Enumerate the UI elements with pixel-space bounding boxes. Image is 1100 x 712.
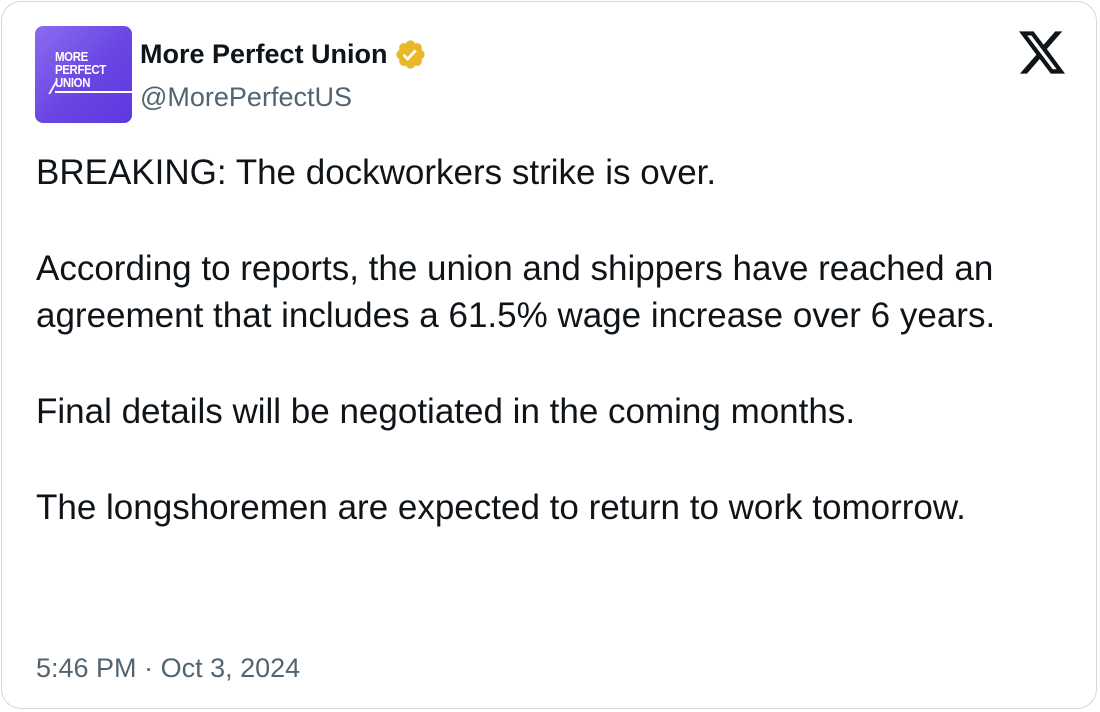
timestamp-separator: · (144, 653, 154, 683)
avatar-line-3: UNION (55, 75, 91, 90)
tweet-card[interactable]: MORE PERFECT UNION More Perfect Union @M… (1, 1, 1097, 709)
author-display-name[interactable]: More Perfect Union (140, 36, 388, 72)
tweet-timestamp[interactable]: 5:46 PM · Oct 3, 2024 (36, 650, 300, 686)
tweet-paragraph-4: The longshoremen are expected to return … (36, 487, 966, 527)
tweet-date: Oct 3, 2024 (160, 653, 301, 683)
tweet-text: BREAKING: The dockworkers strike is over… (36, 149, 1076, 531)
avatar-logo-text: MORE PERFECT UNION (55, 50, 125, 89)
tweet-paragraph-1: BREAKING: The dockworkers strike is over… (36, 153, 717, 192)
tweet-time: 5:46 PM (36, 653, 137, 683)
author-name-row: More Perfect Union (140, 36, 427, 72)
avatar[interactable]: MORE PERFECT UNION (35, 26, 132, 123)
avatar-underline (55, 91, 132, 93)
x-logo-icon[interactable] (1019, 31, 1065, 74)
tweet-paragraph-3: Final details will be negotiated in the … (36, 391, 856, 431)
verified-badge-icon (395, 39, 425, 69)
tweet-paragraph-2: According to reports, the union and ship… (36, 248, 996, 336)
author-handle[interactable]: @MorePerfectUS (140, 80, 352, 114)
